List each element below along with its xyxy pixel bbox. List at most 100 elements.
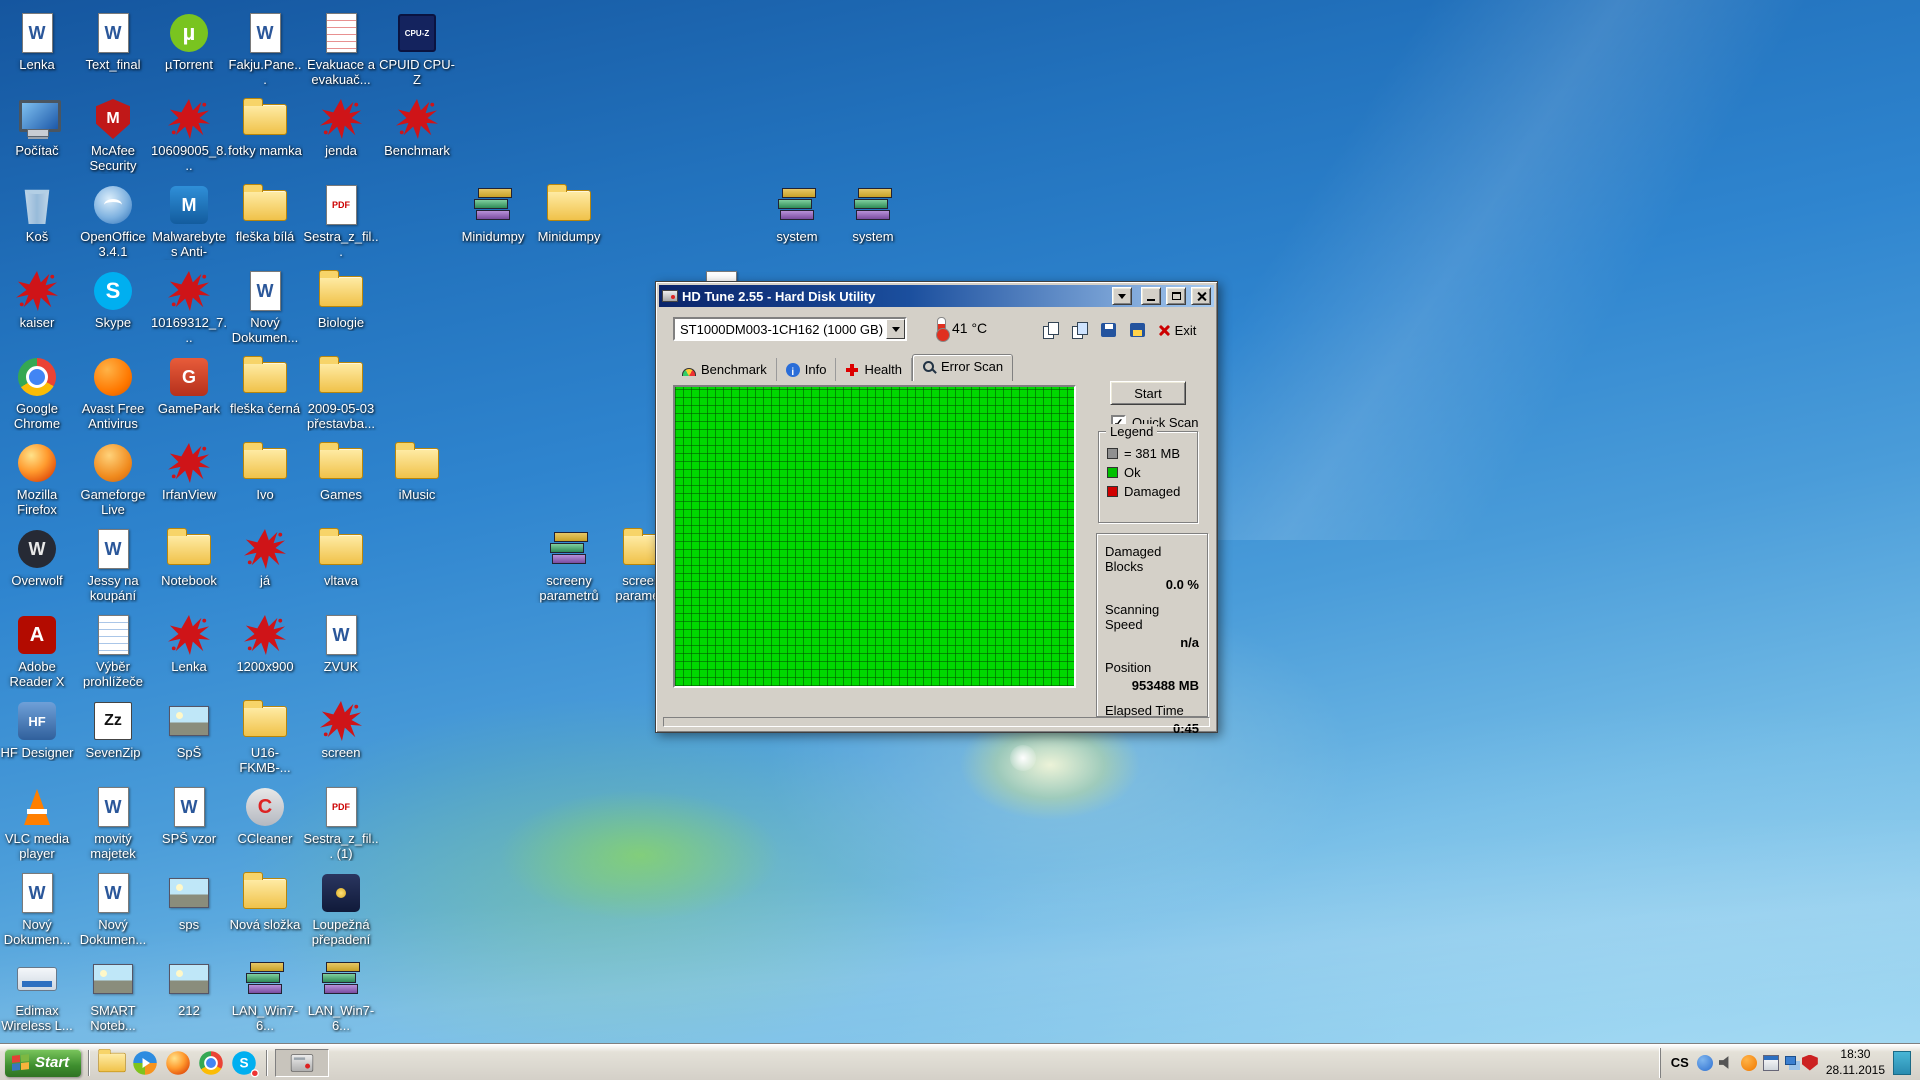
rollup-button[interactable] — [1112, 287, 1132, 305]
desktop-icon[interactable]: CCleaner — [227, 784, 303, 870]
desktop-icon[interactable]: Avast Free Antivirus — [75, 354, 151, 440]
desktop-icon[interactable]: Gameforge Live — [75, 440, 151, 526]
desktop-icon[interactable]: McAfee Security Sc... — [75, 96, 151, 182]
desktop-icon[interactable]: CPUID CPU-Z — [379, 10, 455, 96]
desktop-icon[interactable]: Edimax Wireless L... — [0, 956, 75, 1042]
desktop-icon[interactable]: 212 — [151, 956, 227, 1042]
tray-edge-icon[interactable] — [1893, 1051, 1911, 1075]
volume-icon[interactable] — [1719, 1055, 1735, 1071]
minimize-button[interactable] — [1141, 287, 1161, 305]
desktop-icon[interactable]: GamePark — [151, 354, 227, 440]
quicklaunch-explorer[interactable] — [97, 1048, 127, 1078]
desktop-icon[interactable]: Výběr prohlížeče — [75, 612, 151, 698]
desktop-icon[interactable]: 10169312_7... — [151, 268, 227, 354]
desktop-icon[interactable]: 10609005_8... — [151, 96, 227, 182]
desktop-icon[interactable]: screeny parametrů — [531, 526, 607, 612]
desktop-icon[interactable]: iMusic — [379, 440, 455, 526]
accessibility-icon[interactable] — [1697, 1055, 1713, 1071]
quicklaunch-media-player[interactable] — [130, 1048, 160, 1078]
quicklaunch-firefox[interactable] — [163, 1048, 193, 1078]
desktop-icon[interactable]: VLC media player — [0, 784, 75, 870]
desktop-icon[interactable]: Počítač — [0, 96, 75, 182]
desktop-icon[interactable]: Sestra_z_fil... — [303, 182, 379, 268]
app-window-icon[interactable] — [1763, 1055, 1779, 1071]
desktop-icon[interactable]: Minidumpy — [455, 182, 531, 268]
maximize-button[interactable] — [1166, 287, 1186, 305]
desktop-icon[interactable]: ZVUK — [303, 612, 379, 698]
desktop-icon[interactable]: Lenka — [0, 10, 75, 96]
desktop-icon[interactable]: kaiser — [0, 268, 75, 354]
desktop-icon[interactable]: 1200x900 — [227, 612, 303, 698]
desktop-icon[interactable]: Fakju.Pane... — [227, 10, 303, 96]
desktop-icon[interactable]: HF Designer — [0, 698, 75, 784]
tab-info[interactable]: Info — [777, 358, 837, 381]
desktop-icon[interactable]: Games — [303, 440, 379, 526]
start-menu-button[interactable]: Start — [5, 1049, 81, 1077]
taskbar-app-hdtune[interactable] — [275, 1049, 329, 1077]
desktop-icon[interactable]: vltava — [303, 526, 379, 612]
desktop-icon[interactable]: Nová složka — [227, 870, 303, 956]
security-icon[interactable] — [1802, 1055, 1818, 1071]
desktop-icon[interactable]: jenda — [303, 96, 379, 182]
desktop-icon[interactable]: Koš — [0, 182, 75, 268]
desktop-icon[interactable]: 2009-05-03 přestavba... — [303, 354, 379, 440]
language-indicator[interactable]: CS — [1671, 1055, 1689, 1070]
desktop-icon[interactable]: IrfanView — [151, 440, 227, 526]
desktop-icon[interactable]: SMART Noteb... — [75, 956, 151, 1042]
desktop-icon[interactable]: Ivo — [227, 440, 303, 526]
desktop-icon[interactable]: já — [227, 526, 303, 612]
error-scan-grid[interactable] — [673, 385, 1076, 688]
tab-benchmark[interactable]: Benchmark — [673, 358, 777, 381]
desktop-icon[interactable]: Evakuace a evakuač... — [303, 10, 379, 96]
desktop-icon[interactable]: screen — [303, 698, 379, 784]
desktop-icon[interactable]: Biologie — [303, 268, 379, 354]
desktop-icon[interactable]: OpenOffice 3.4.1 — [75, 182, 151, 268]
desktop-icon[interactable]: Nový Dokumen... — [75, 870, 151, 956]
desktop-icon[interactable]: LAN_Win7-6... — [227, 956, 303, 1042]
screenshot-button[interactable] — [1066, 317, 1092, 342]
quicklaunch-chrome[interactable] — [196, 1048, 226, 1078]
close-button[interactable] — [1191, 287, 1211, 305]
desktop-icon[interactable]: Lenka — [151, 612, 227, 698]
tab-error-scan[interactable]: Error Scan — [912, 354, 1013, 381]
desktop-icon[interactable]: LAN_Win7-6... — [303, 956, 379, 1042]
save-button[interactable] — [1095, 317, 1121, 342]
desktop-icon[interactable]: sps — [151, 870, 227, 956]
desktop-icon[interactable]: Minidumpy — [531, 182, 607, 268]
start-scan-button[interactable]: Start — [1110, 381, 1186, 405]
desktop-icon[interactable]: Benchmark — [379, 96, 455, 182]
desktop-icon[interactable]: Sestra_z_fil... (1) — [303, 784, 379, 870]
desktop-icon[interactable]: Mozilla Firefox — [0, 440, 75, 526]
desktop-icon[interactable]: Adobe Reader X — [0, 612, 75, 698]
desktop-icon[interactable]: fleška bílá — [227, 182, 303, 268]
desktop-icon[interactable]: SPŠ vzor — [151, 784, 227, 870]
desktop-icon[interactable]: system — [835, 182, 911, 268]
desktop-icon[interactable]: Jessy na koupání — [75, 526, 151, 612]
desktop-icon[interactable]: Nový Dokumen... — [227, 268, 303, 354]
window-titlebar[interactable]: HD Tune 2.55 - Hard Disk Utility — [659, 285, 1214, 307]
desktop-icon[interactable]: Loupežná přepadení — [303, 870, 379, 956]
network-icon[interactable] — [1785, 1056, 1796, 1065]
desktop-icon[interactable]: SpŠ — [151, 698, 227, 784]
copy-button[interactable] — [1037, 317, 1063, 342]
desktop-icon[interactable]: Notebook — [151, 526, 227, 612]
clock[interactable]: 18:30 28.11.2015 — [1826, 1047, 1885, 1078]
desktop-icon[interactable]: SevenZip — [75, 698, 151, 784]
desktop-icon[interactable]: Nový Dokumen... — [0, 870, 75, 956]
desktop-icon[interactable]: Overwolf — [0, 526, 75, 612]
quicklaunch-skype[interactable] — [229, 1048, 259, 1078]
tab-health[interactable]: Health — [836, 358, 912, 381]
desktop-icon[interactable]: fotky mamka — [227, 96, 303, 182]
desktop-icon[interactable]: Text_final — [75, 10, 151, 96]
save-image-button[interactable] — [1124, 317, 1150, 342]
desktop-icon[interactable]: µTorrent — [151, 10, 227, 96]
dropdown-arrow-icon[interactable] — [886, 319, 905, 339]
desktop-icon[interactable]: U16-FKMB-... — [227, 698, 303, 784]
avast-icon[interactable] — [1741, 1055, 1757, 1071]
desktop-icon[interactable]: Google Chrome — [0, 354, 75, 440]
desktop-icon[interactable]: movitý majetek — [75, 784, 151, 870]
exit-button[interactable]: Exit — [1149, 317, 1205, 343]
desktop-icon[interactable]: Skype — [75, 268, 151, 354]
desktop-icon[interactable]: system — [759, 182, 835, 268]
drive-select[interactable]: ST1000DM003-1CH162 (1000 GB) — [673, 317, 907, 341]
